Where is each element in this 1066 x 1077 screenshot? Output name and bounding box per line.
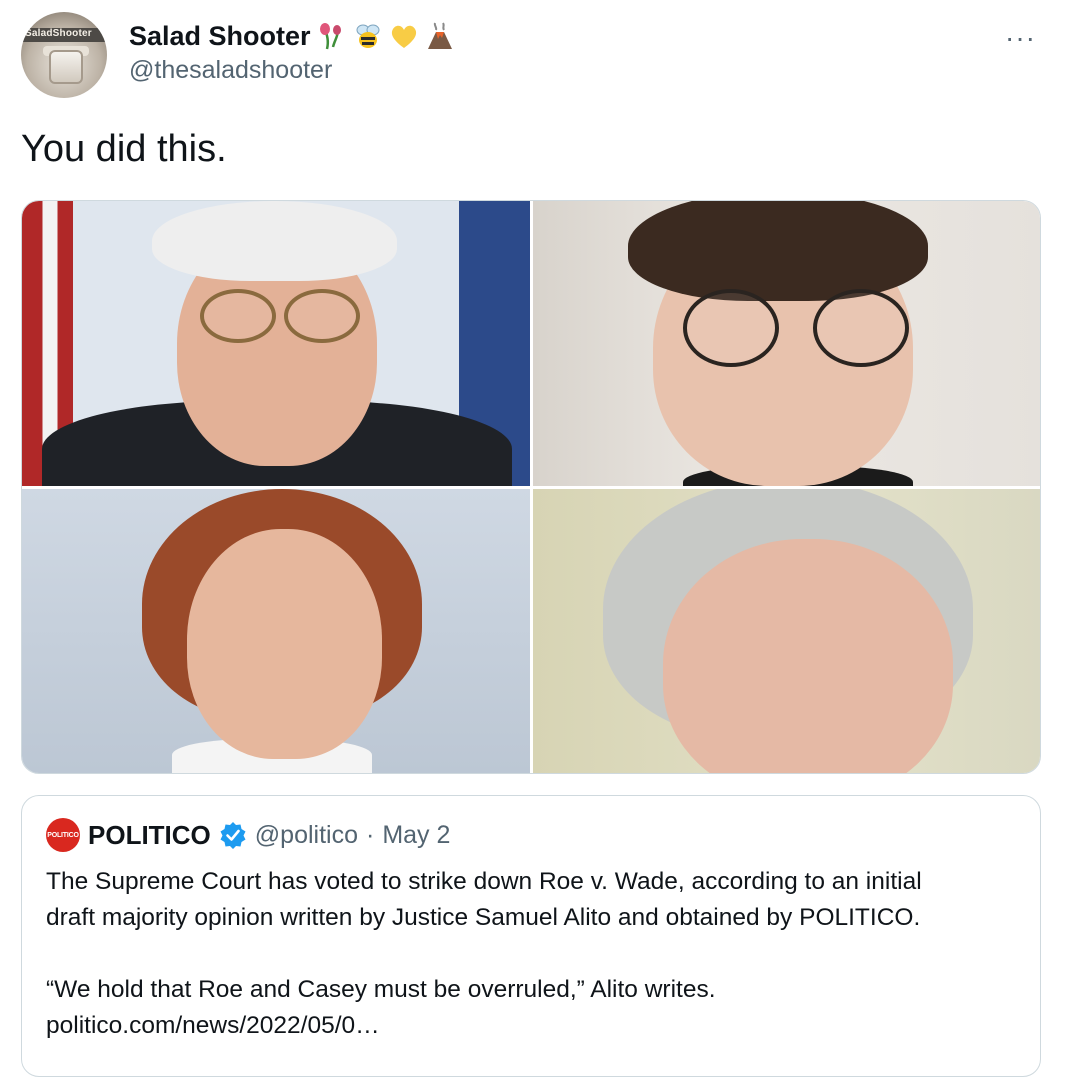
quoted-tweet-body: The Supreme Court has voted to strike do… <box>46 864 1026 1044</box>
author-name-row: Salad Shooter <box>129 18 455 54</box>
tweet-text: You did this. <box>21 128 227 170</box>
avatar-logo-text: SaladShooter <box>25 28 92 39</box>
yellow-heart-icon <box>391 25 416 48</box>
photo-4-face <box>662 538 953 773</box>
quoted-author-handle[interactable]: @politico <box>255 821 358 850</box>
photo-4[interactable] <box>532 488 1040 773</box>
wilted-flower-icon <box>319 23 341 50</box>
quoted-tweet[interactable]: POLITICO POLITICO @politico · May 2 The … <box>21 795 1041 1077</box>
photo-2-glasses-left <box>682 289 779 367</box>
photo-1-hair <box>152 201 397 281</box>
photo-1-glasses-left <box>200 289 276 343</box>
quoted-text-line-1: The Supreme Court has voted to strike do… <box>46 868 922 895</box>
quoted-text-line-2: draft majority opinion written by Justic… <box>46 904 921 931</box>
avatar-machine <box>49 50 83 84</box>
quoted-tweet-date[interactable]: May 2 <box>382 821 450 850</box>
quoted-text-gap <box>46 936 1026 972</box>
photo-3[interactable] <box>22 488 530 773</box>
author-avatar[interactable]: SaladShooter <box>21 12 107 98</box>
bee-icon <box>356 24 380 48</box>
photo-1[interactable] <box>22 201 530 486</box>
more-options-button[interactable]: ··· <box>1005 22 1036 54</box>
verified-badge-icon <box>220 822 246 849</box>
quoted-meta-separator: · <box>365 820 375 849</box>
quoted-text-line-3: “We hold that Roe and Casey must be over… <box>46 976 716 1003</box>
photo-grid <box>21 200 1041 774</box>
politico-avatar[interactable]: POLITICO <box>46 818 80 852</box>
photo-3-face <box>187 528 382 759</box>
photo-2[interactable] <box>532 201 1040 486</box>
quoted-link[interactable]: politico.com/news/2022/05/0… <box>46 1008 1026 1044</box>
volcano-icon <box>427 22 452 49</box>
quoted-tweet-header: POLITICO POLITICO @politico · May 2 <box>46 818 450 852</box>
photo-1-glasses-right <box>284 289 360 343</box>
photo-2-glasses-right <box>812 289 909 367</box>
author-handle[interactable]: @thesaladshooter <box>129 56 332 85</box>
photo-2-hair <box>627 201 928 301</box>
quoted-author-name[interactable]: POLITICO <box>88 820 211 851</box>
author-display-name[interactable]: Salad Shooter <box>129 21 311 52</box>
